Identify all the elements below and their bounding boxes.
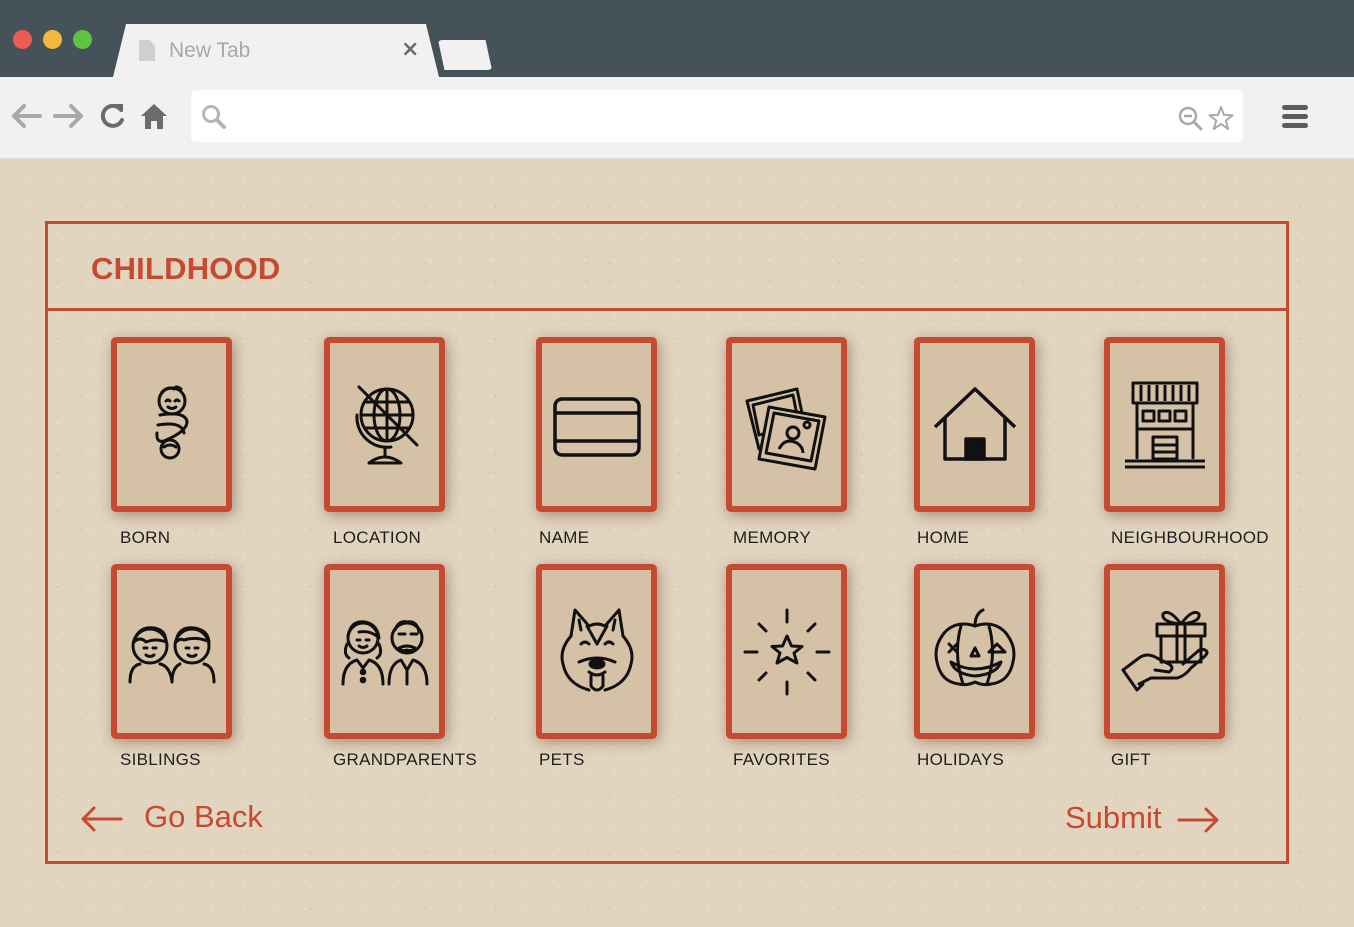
card-neighbourhood[interactable] [1104, 337, 1225, 512]
go-back-button[interactable]: Go Back [144, 799, 263, 835]
panel-header: CHILDHOOD [48, 224, 1286, 311]
forward-arrow-icon[interactable] [1177, 805, 1221, 835]
browser-tab[interactable]: New Tab × [113, 24, 439, 77]
photos-icon [745, 387, 826, 470]
card-born[interactable] [111, 337, 232, 512]
card-gift[interactable] [1104, 564, 1225, 739]
browser-titlebar: New Tab × [0, 0, 1354, 77]
shop-icon [1124, 381, 1205, 468]
tab-title: New Tab [169, 39, 251, 62]
menu-icon[interactable] [1281, 104, 1309, 130]
card-label-name: NAME [539, 528, 590, 547]
card-memory[interactable] [726, 337, 847, 512]
name-card-icon [552, 396, 641, 457]
minimize-window-button[interactable] [43, 30, 62, 49]
reload-icon[interactable] [98, 101, 126, 131]
dog-icon [560, 608, 633, 691]
card-label-gift: GIFT [1111, 750, 1151, 769]
card-favorites[interactable] [726, 564, 847, 739]
siblings-icon [128, 625, 215, 683]
card-label-home: HOME [917, 528, 970, 547]
card-home[interactable] [914, 337, 1035, 512]
card-label-grandparents: GRANDPARENTS [333, 750, 478, 769]
page-content: CHILDHOOD BORN LOCATION NAME MEMORY HOME… [0, 159, 1354, 927]
card-label-born: BORN [120, 528, 171, 547]
grandparents-icon [341, 619, 428, 685]
submit-button[interactable]: Submit [1065, 800, 1161, 836]
gift-icon [1121, 610, 1208, 691]
home-icon[interactable] [140, 102, 168, 130]
card-pets[interactable] [536, 564, 657, 739]
search-icon [202, 105, 226, 129]
card-grandparents[interactable] [324, 564, 445, 739]
back-arrow-icon[interactable] [10, 101, 42, 131]
address-bar[interactable] [191, 90, 1243, 142]
card-label-memory: MEMORY [733, 528, 811, 547]
house-icon [933, 386, 1016, 461]
forward-arrow-icon[interactable] [53, 101, 85, 131]
card-holidays[interactable] [914, 564, 1035, 739]
pumpkin-icon [934, 608, 1015, 686]
card-label-siblings: SIBLINGS [120, 750, 201, 769]
card-name[interactable] [536, 337, 657, 512]
zoom-icon[interactable] [1178, 106, 1204, 132]
maximize-window-button[interactable] [73, 30, 92, 49]
card-label-pets: PETS [539, 750, 585, 769]
back-arrow-icon[interactable] [79, 804, 123, 834]
childhood-panel: CHILDHOOD BORN LOCATION NAME MEMORY HOME… [45, 221, 1289, 864]
card-label-holidays: HOLIDAYS [917, 750, 1005, 769]
star-icon[interactable] [1207, 104, 1235, 132]
page-title: CHILDHOOD [91, 251, 281, 286]
document-icon [139, 40, 155, 61]
close-window-button[interactable] [13, 30, 32, 49]
card-label-neighbourhood: NEIGHBOURHOOD [1111, 528, 1269, 547]
card-label-location: LOCATION [333, 528, 422, 547]
globe-icon [354, 385, 418, 464]
tab-close-button[interactable]: × [401, 37, 419, 62]
baby-icon [154, 385, 188, 459]
card-location[interactable] [324, 337, 445, 512]
card-siblings[interactable] [111, 564, 232, 739]
star-burst-icon [743, 608, 830, 695]
new-tab-button[interactable] [438, 40, 492, 70]
browser-toolbar [0, 77, 1354, 159]
card-label-favorites: FAVORITES [733, 750, 830, 769]
